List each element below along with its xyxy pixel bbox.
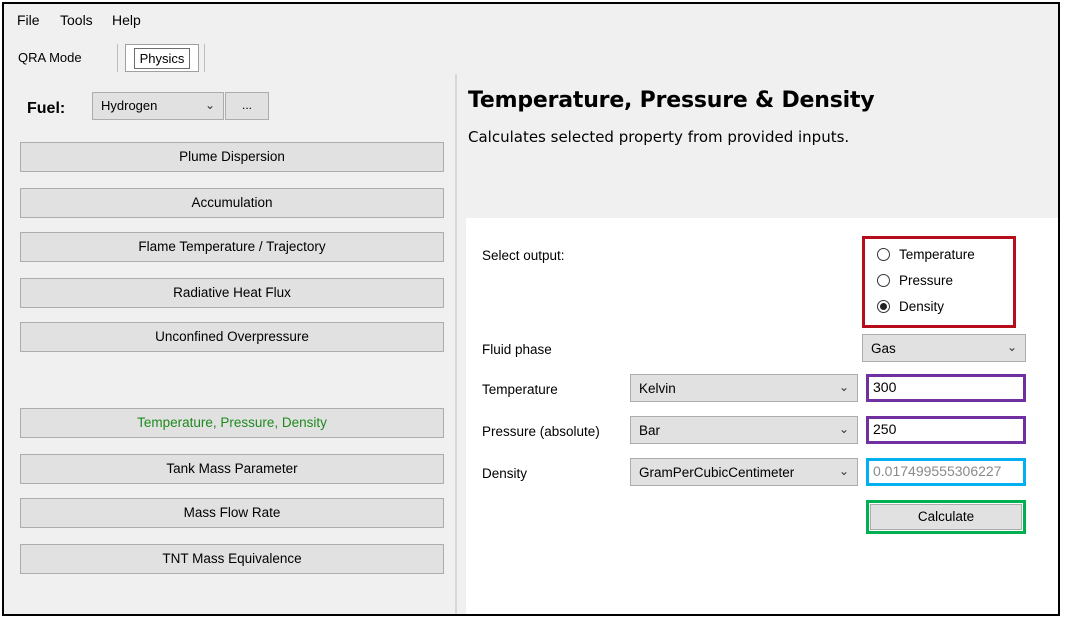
fluid-phase-label: Fluid phase [482,342,552,357]
nav-plume-dispersion-button[interactable]: Plume Dispersion [20,142,444,172]
radio-pressure[interactable]: Pressure [877,273,953,288]
app-window: File Tools Help QRA Mode Physics Fuel: H… [2,2,1060,616]
calculation-form: Select output: Temperature Pressure Dens… [466,218,1058,614]
fluid-phase-select[interactable]: Gas ⌄ [862,334,1026,362]
menu-file[interactable]: File [17,12,40,28]
temperature-unit-select[interactable]: Kelvin ⌄ [630,374,858,402]
nav-tnt-mass-equivalence-button[interactable]: TNT Mass Equivalence [20,544,444,574]
tab-divider [204,44,205,72]
menu-tools[interactable]: Tools [60,12,93,28]
chevron-down-icon: ⌄ [1006,340,1017,354]
radio-pressure-label: Pressure [899,273,954,288]
select-output-label: Select output: [482,248,565,263]
density-unit-value: GramPerCubicCentimeter [639,465,795,480]
tab-divider [117,44,118,72]
chevron-down-icon: ⌄ [838,380,849,394]
pressure-label: Pressure (absolute) [482,424,600,439]
tab-physics[interactable]: Physics [125,44,199,72]
fuel-more-button[interactable]: ... [225,92,269,120]
temperature-label: Temperature [482,382,558,397]
tab-qra-mode[interactable]: QRA Mode [18,50,82,65]
chevron-down-icon: ⌄ [838,464,849,478]
pressure-input[interactable]: 250 [866,416,1026,444]
pressure-unit-value: Bar [639,423,661,438]
nav-flame-temperature-button[interactable]: Flame Temperature / Trajectory [20,232,444,262]
menu-bar: File Tools Help [4,4,1058,32]
radio-temperature[interactable]: Temperature [877,247,975,262]
tab-physics-label: Physics [133,47,191,69]
radio-circle-icon [877,248,890,261]
fluid-phase-value: Gas [871,341,896,356]
page-title: Temperature, Pressure & Density [468,88,875,113]
main-panel: Temperature, Pressure & Density Calculat… [458,74,1058,614]
temperature-input[interactable]: 300 [866,374,1026,402]
radio-selected-icon [877,300,890,313]
nav-radiative-heat-flux-button[interactable]: Radiative Heat Flux [20,278,444,308]
mode-tabs: QRA Mode Physics [4,40,454,74]
menu-help[interactable]: Help [112,12,141,28]
density-label: Density [482,466,528,481]
panel-splitter[interactable] [455,74,457,614]
radio-density-label: Density [899,299,945,314]
fuel-select[interactable]: Hydrogen ⌄ [92,92,224,120]
sidebar: Fuel: Hydrogen ⌄ ... Plume Dispersion Ac… [4,74,454,614]
radio-temperature-label: Temperature [899,247,975,262]
density-unit-select[interactable]: GramPerCubicCentimeter ⌄ [630,458,858,486]
chevron-down-icon: ⌄ [204,98,215,112]
calculate-button[interactable]: Calculate [866,500,1026,534]
radio-density[interactable]: Density [877,299,944,314]
output-radio-group: Temperature Pressure Density [862,236,1016,328]
radio-circle-icon [877,274,890,287]
nav-accumulation-button[interactable]: Accumulation [20,188,444,218]
nav-mass-flow-rate-button[interactable]: Mass Flow Rate [20,498,444,528]
nav-tank-mass-parameter-button[interactable]: Tank Mass Parameter [20,454,444,484]
fuel-select-value: Hydrogen [101,98,158,113]
nav-temperature-pressure-density-button[interactable]: Temperature, Pressure, Density [20,408,444,438]
fuel-label: Fuel: [27,100,66,117]
pressure-unit-select[interactable]: Bar ⌄ [630,416,858,444]
nav-unconfined-overpressure-button[interactable]: Unconfined Overpressure [20,322,444,352]
chevron-down-icon: ⌄ [838,422,849,436]
density-output-field[interactable]: 0.017499555306227 [866,458,1026,486]
temperature-unit-value: Kelvin [639,381,676,396]
calculate-button-label: Calculate [870,504,1022,530]
page-subtitle: Calculates selected property from provid… [468,128,850,146]
